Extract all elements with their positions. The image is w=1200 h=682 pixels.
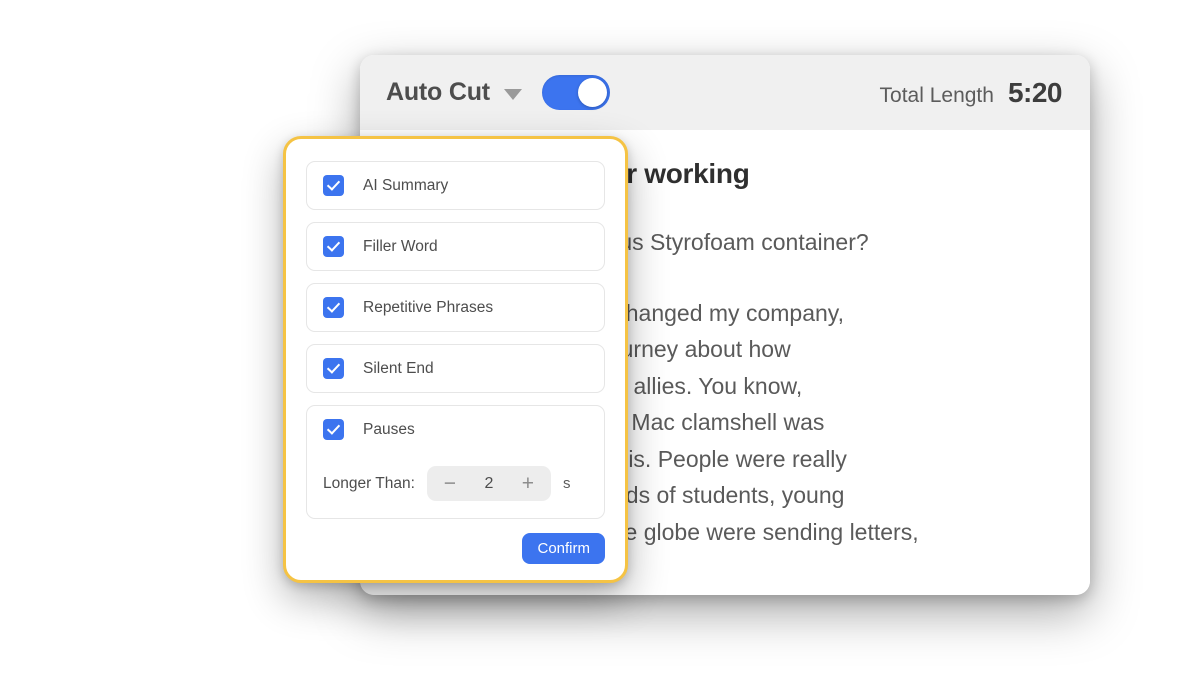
confirm-button[interactable]: Confirm [522,533,605,564]
checkbox-silent-end[interactable] [323,358,344,379]
auto-cut-options-panel: AI Summary Filler Word Repetitive Phrase… [283,136,628,583]
pause-duration-stepper[interactable]: − 2 + [426,466,551,501]
toolbar: Auto Cut Total Length 5:20 [360,55,1090,130]
option-label-ai-summary: AI Summary [363,176,449,194]
total-length-label: Total Length [879,83,994,107]
option-label-pauses: Pauses [363,420,415,438]
checkbox-pauses[interactable] [323,419,344,440]
longer-than-label: Longer Than: [323,474,415,492]
pause-duration-value[interactable]: 2 [467,475,511,493]
option-row-silent-end[interactable]: Silent End [306,344,605,393]
option-label-repetitive-phrases: Repetitive Phrases [363,298,494,316]
pauses-threshold-control: Longer Than: − 2 + s [323,466,588,501]
checkbox-filler-word[interactable] [323,236,344,257]
screenshot-stage: Auto Cut Total Length 5:20 …ness case fo… [0,0,1200,682]
panel-footer: Confirm [306,533,605,564]
toggle-knob [577,78,607,107]
pause-duration-unit: s [562,475,571,492]
toolbar-right-group: Total Length 5:20 [879,76,1063,109]
checkbox-ai-summary[interactable] [323,175,344,196]
auto-cut-menu-label[interactable]: Auto Cut [386,78,490,107]
option-row-filler-word[interactable]: Filler Word [306,222,605,271]
option-label-silent-end: Silent End [363,359,434,377]
option-row-repetitive-phrases[interactable]: Repetitive Phrases [306,283,605,332]
toolbar-left-group: Auto Cut [386,75,610,110]
option-row-ai-summary[interactable]: AI Summary [306,161,605,210]
auto-cut-toggle[interactable] [541,75,610,110]
plus-icon[interactable]: + [511,473,545,494]
checkbox-repetitive-phrases[interactable] [323,297,344,318]
option-label-filler-word: Filler Word [363,237,438,255]
pauses-header: Pauses [323,419,588,440]
option-row-pauses[interactable]: Pauses Longer Than: − 2 + s [306,405,605,519]
minus-icon[interactable]: − [433,473,467,494]
chevron-down-icon[interactable] [503,89,522,100]
total-length-value: 5:20 [1007,76,1063,108]
